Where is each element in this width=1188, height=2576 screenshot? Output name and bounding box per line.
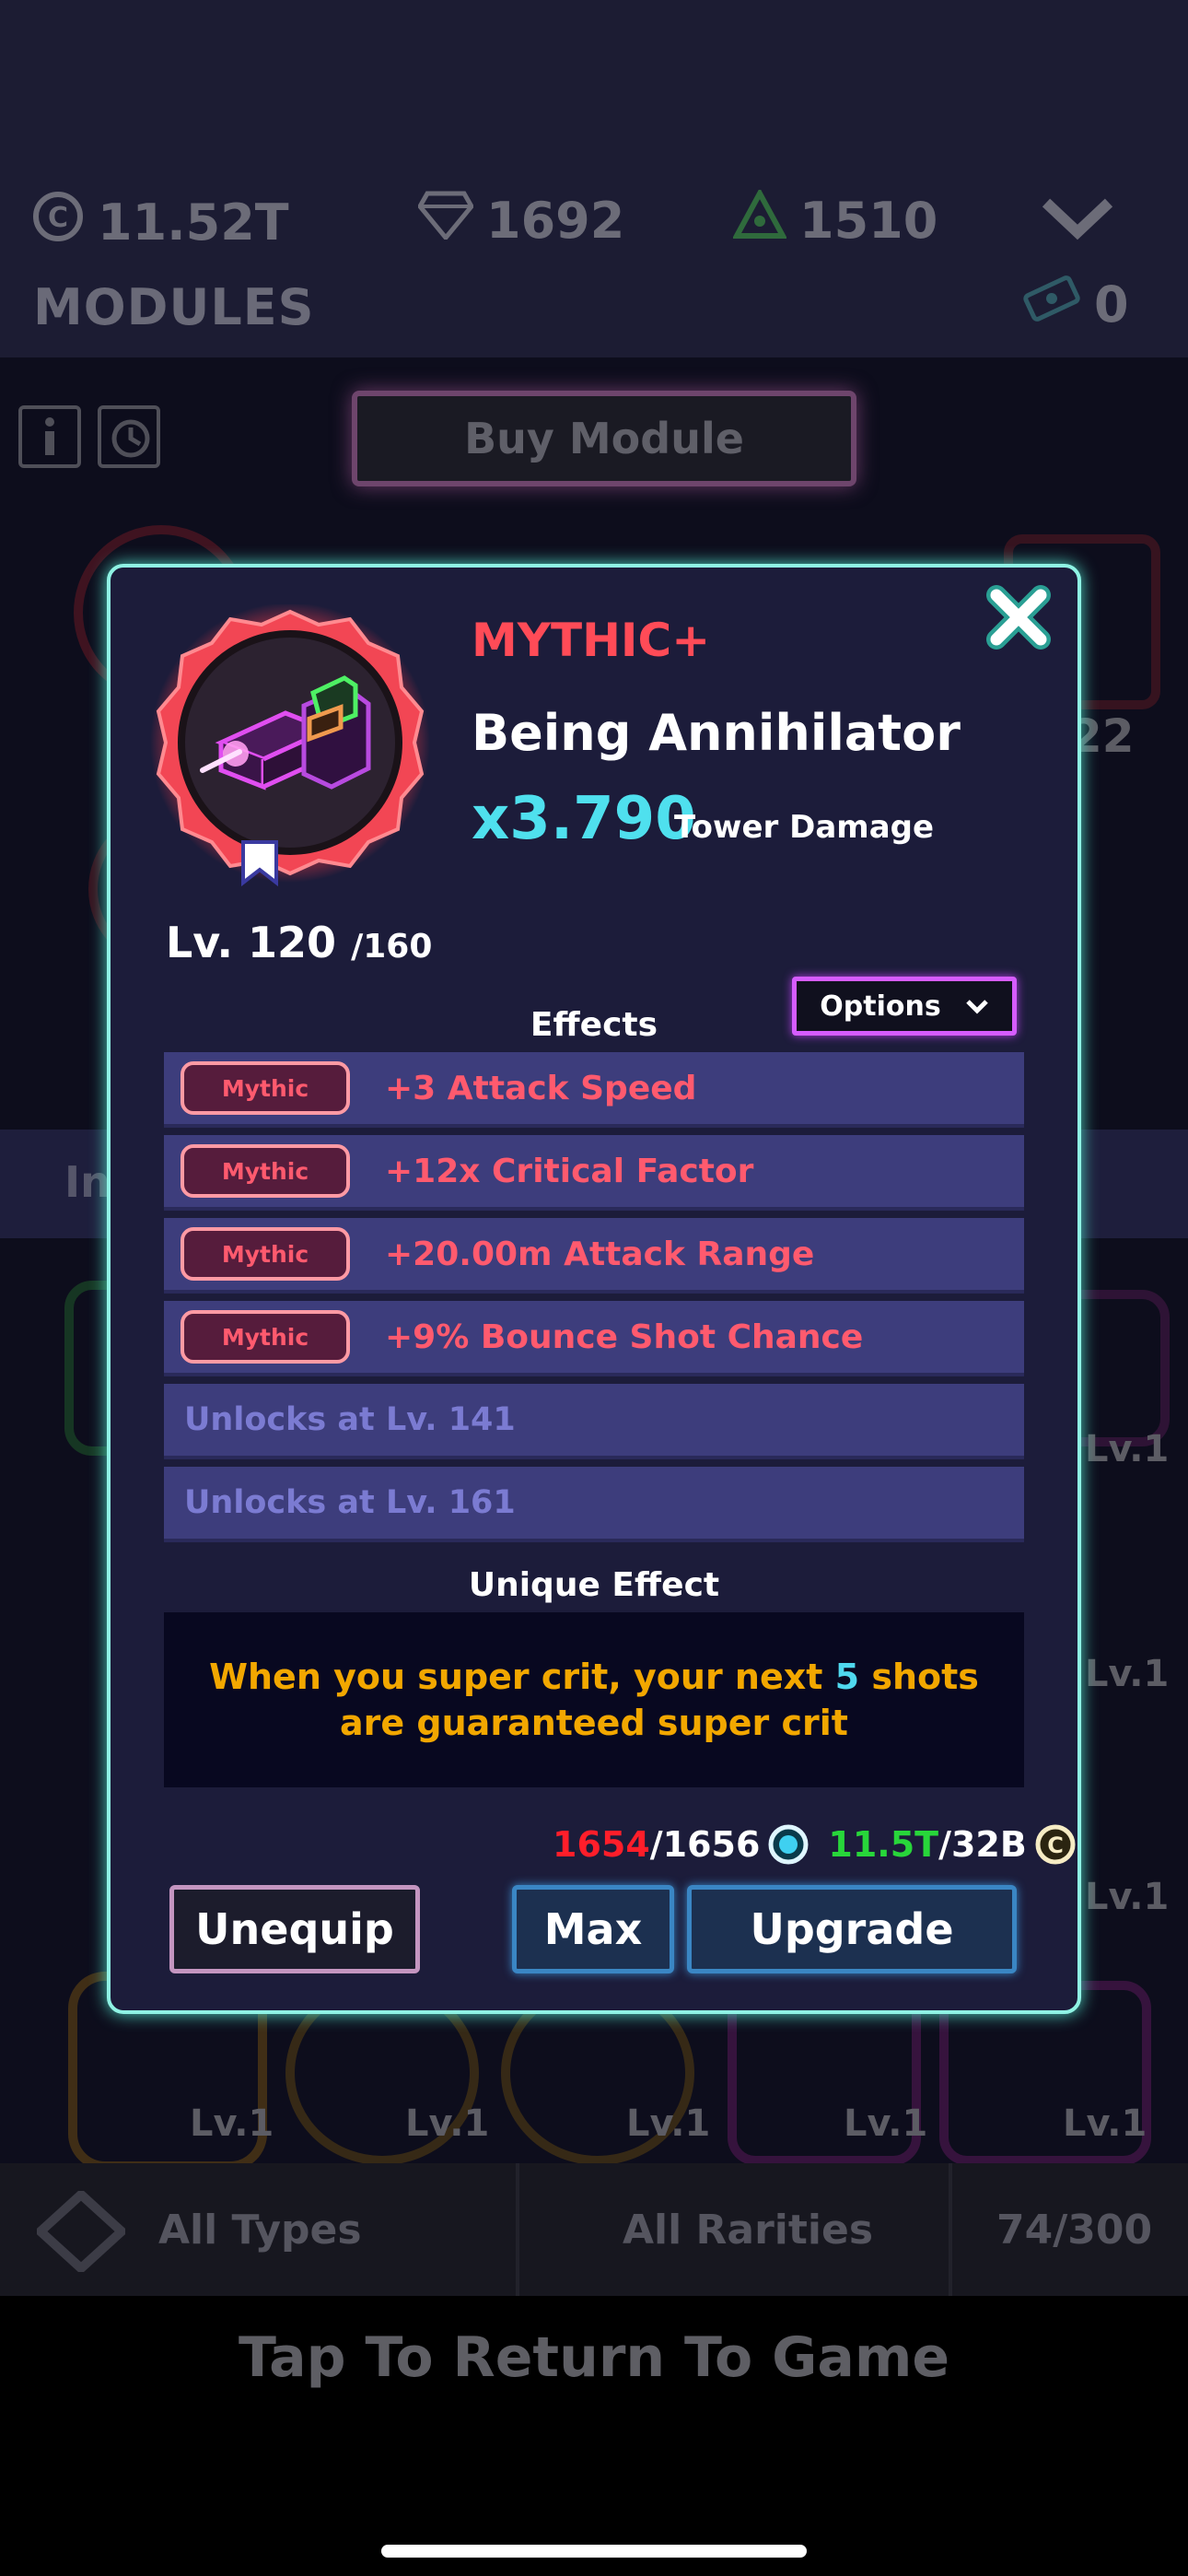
- locked-effect-row: Unlocks at Lv. 141: [164, 1384, 1024, 1459]
- effect-row[interactable]: Mythic +9% Bounce Shot Chance: [164, 1301, 1024, 1376]
- effect-row[interactable]: Mythic +12x Critical Factor: [164, 1135, 1024, 1211]
- ticket-counter: 0: [1022, 275, 1129, 334]
- history-icon[interactable]: [98, 405, 160, 468]
- module-multiplier: x3.790: [472, 785, 696, 853]
- type-filter[interactable]: All Types: [158, 2163, 362, 2296]
- locked-effect-row: Unlocks at Lv. 161: [164, 1467, 1024, 1542]
- shards-required: /1656: [649, 1824, 761, 1865]
- background-module-level: Lv.1: [405, 2102, 490, 2145]
- coin-amount: 11.52T: [98, 193, 289, 252]
- background-module-level: Lv.1: [1063, 2102, 1147, 2145]
- module-cannon-icon: [147, 603, 433, 890]
- background-module-level: Lv.1: [1085, 1876, 1170, 1918]
- background-module-level: Lv.1: [844, 2102, 928, 2145]
- background-module-level: Lv.1: [1085, 1653, 1170, 1695]
- module-level-max: /160: [351, 928, 433, 966]
- buy-module-button[interactable]: Buy Module: [352, 391, 856, 486]
- locked-effect-text: Unlocks at Lv. 161: [184, 1484, 516, 1521]
- rarity-badge: Mythic: [181, 1144, 350, 1198]
- module-rarity: MYTHIC+: [472, 614, 711, 667]
- rarity-filter[interactable]: All Rarities: [623, 2163, 873, 2296]
- ticket-icon: [1022, 275, 1081, 334]
- unique-effect-text: When you super crit, your next 5 shots a…: [209, 1657, 979, 1743]
- module-multiplier-label: Tower Damage: [674, 809, 935, 846]
- unique-effect-box: When you super crit, your next 5 shots a…: [164, 1612, 1024, 1787]
- module-level-current: Lv. 120: [166, 918, 337, 967]
- coin-icon: C: [1034, 1823, 1077, 1866]
- gem-amount: 1692: [486, 192, 625, 250]
- coin-counter: C 11.52T: [31, 190, 289, 255]
- upgrade-cost: 1654 /1656 11.5T /32B C: [553, 1821, 1077, 1868]
- background-module-level: Lv.1: [190, 2102, 274, 2145]
- module-level: Lv. 120 /160: [166, 918, 432, 967]
- rarity-badge: Mythic: [181, 1227, 350, 1281]
- effect-text: +9% Bounce Shot Chance: [385, 1317, 864, 1356]
- max-button[interactable]: Max: [512, 1885, 674, 1973]
- svg-text:C: C: [1047, 1832, 1064, 1858]
- module-name: Being Annihilator: [472, 704, 961, 762]
- background-tool-icons: [18, 405, 166, 470]
- effect-row[interactable]: Mythic +3 Attack Speed: [164, 1052, 1024, 1128]
- ticket-amount: 0: [1094, 275, 1129, 334]
- module-count: 74/300: [996, 2206, 1153, 2254]
- effect-row[interactable]: Mythic +20.00m Attack Range: [164, 1218, 1024, 1294]
- type-filter-icon: [33, 2188, 129, 2276]
- info-icon[interactable]: [18, 405, 81, 468]
- options-label: Options: [820, 989, 941, 1023]
- coins-owned: 11.5T: [828, 1824, 939, 1865]
- gem-counter: 1692: [416, 190, 625, 252]
- return-to-game-button[interactable]: Tap To Return To Game: [0, 2325, 1188, 2390]
- collapse-chevron-icon[interactable]: [1041, 195, 1114, 245]
- gem-icon: [416, 190, 475, 252]
- coins-required: /32B: [938, 1824, 1027, 1865]
- stone-counter: 1510: [731, 187, 938, 252]
- shard-icon: [767, 1823, 809, 1866]
- options-dropdown[interactable]: Options: [792, 977, 1017, 1036]
- filter-divider: [949, 2163, 952, 2296]
- chevron-down-icon: [965, 990, 989, 1023]
- shards-owned: 1654: [553, 1824, 650, 1865]
- effect-text: +12x Critical Factor: [385, 1152, 754, 1190]
- effect-text: +3 Attack Speed: [385, 1069, 697, 1107]
- filter-divider: [516, 2163, 519, 2296]
- effect-text: +20.00m Attack Range: [385, 1235, 815, 1273]
- rarity-badge: Mythic: [181, 1061, 350, 1115]
- home-indicator[interactable]: [381, 2545, 807, 2558]
- locked-effect-text: Unlocks at Lv. 141: [184, 1401, 516, 1438]
- page-title: MODULES: [33, 278, 315, 336]
- stone-triangle-icon: [731, 187, 788, 252]
- close-icon[interactable]: [984, 582, 1054, 652]
- unique-effect-heading: Unique Effect: [468, 1566, 720, 1604]
- background-module-level: Lv.1: [1085, 1428, 1170, 1470]
- coin-icon: C: [31, 190, 85, 255]
- unequip-button[interactable]: Unequip: [169, 1885, 420, 1973]
- stone-amount: 1510: [799, 192, 938, 250]
- upgrade-button[interactable]: Upgrade: [687, 1885, 1017, 1973]
- svg-text:C: C: [48, 202, 68, 234]
- rarity-badge: Mythic: [181, 1310, 350, 1364]
- background-module-level: Lv.1: [626, 2102, 711, 2145]
- background-tab-label: In: [64, 1157, 111, 1207]
